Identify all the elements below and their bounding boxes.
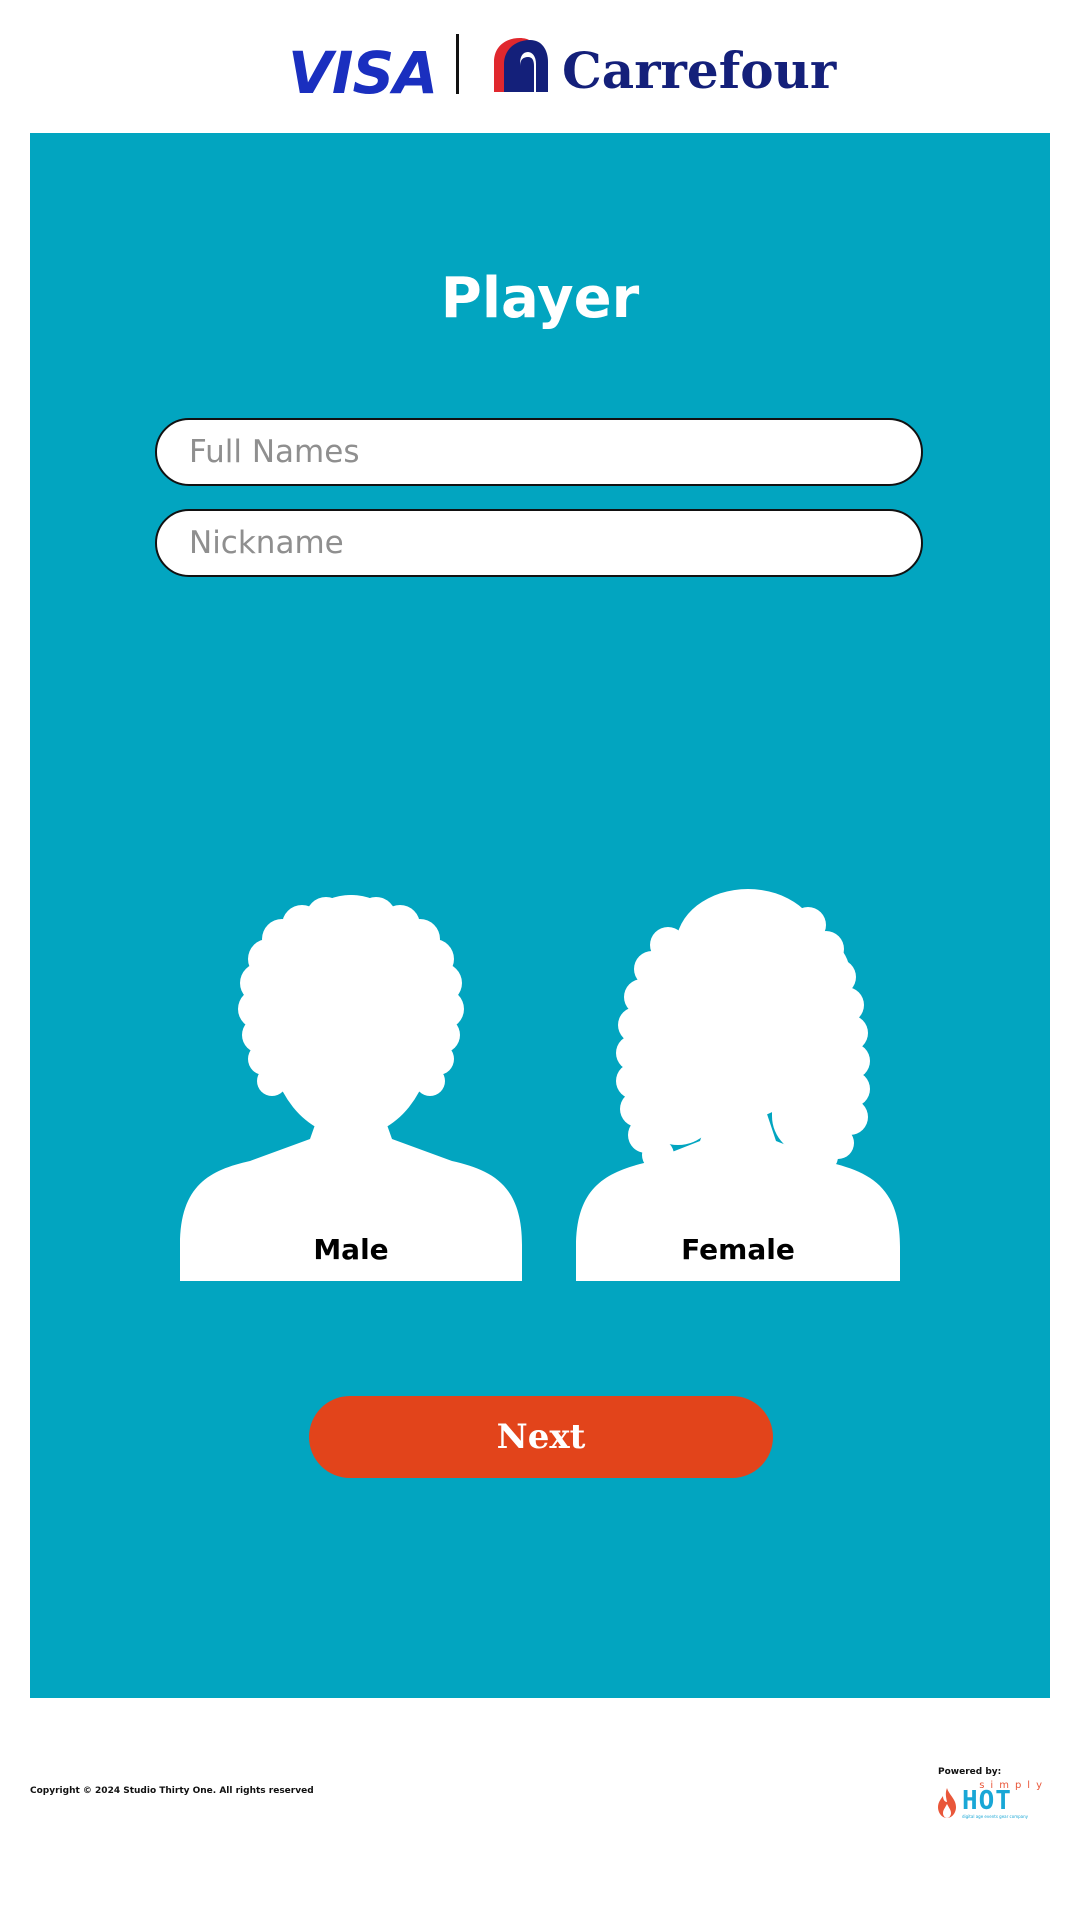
nickname-input[interactable] (155, 509, 923, 577)
male-silhouette-icon (180, 895, 522, 1281)
full-names-input[interactable] (155, 418, 923, 486)
logo-divider (456, 34, 459, 94)
simply-hot-logo: simply HOT digital age events gear compa… (936, 1780, 1052, 1820)
female-avatar-option[interactable]: Female (576, 885, 900, 1281)
flame-icon (938, 1788, 956, 1818)
powered-by-label: Powered by: (938, 1767, 1002, 1777)
female-silhouette-icon (576, 889, 900, 1281)
visa-logo: VISA (288, 39, 438, 107)
next-button[interactable]: Next (309, 1396, 773, 1478)
registration-page: VISA Carrefour Player Full Names Nicknam… (0, 0, 1080, 1920)
player-form-panel: Player Full Names Nickname Male Female N… (30, 133, 1050, 1698)
simply-hot-logo-tagline: digital age events gear company (962, 1814, 1028, 1819)
copyright-text: Copyright © 2024 Studio Thirty One. All … (30, 1786, 314, 1796)
sponsor-header: VISA Carrefour (0, 28, 1080, 108)
simply-hot-logo-main: HOT (962, 1786, 1012, 1816)
carrefour-logo: Carrefour (562, 41, 837, 100)
carrefour-arch-icon (494, 38, 548, 92)
page-title: Player (440, 266, 640, 331)
female-label: Female (681, 1233, 795, 1266)
male-avatar-option[interactable]: Male (180, 885, 522, 1281)
male-label: Male (313, 1233, 389, 1266)
